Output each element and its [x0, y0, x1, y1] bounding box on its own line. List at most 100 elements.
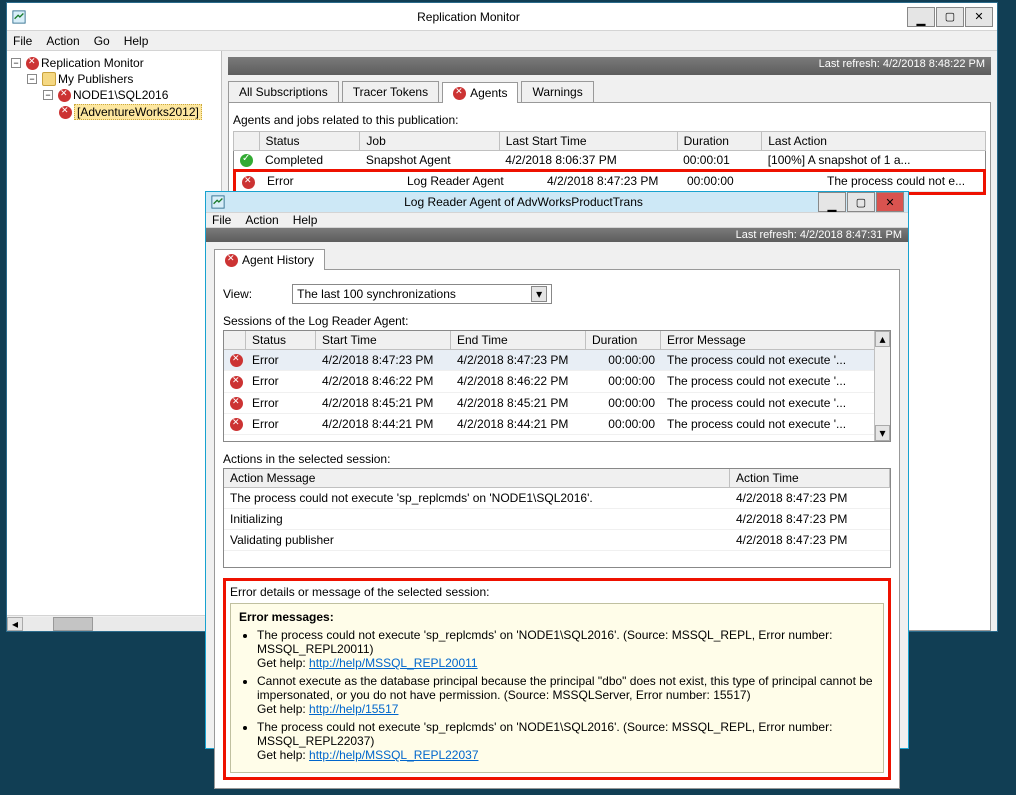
menu-file[interactable]: File: [13, 34, 32, 48]
minimize-button[interactable]: ▁: [818, 192, 846, 212]
cell-last-action: [100%] A snapshot of 1 a...: [762, 151, 986, 170]
folder-icon: [42, 72, 56, 86]
window-title: Replication Monitor: [31, 10, 906, 24]
grid-row[interactable]: The process could not execute 'sp_replcm…: [224, 488, 890, 509]
cell-status: Error: [261, 172, 401, 191]
close-button[interactable]: ✕: [876, 192, 904, 212]
titlebar[interactable]: Replication Monitor ▁ ▢ ✕: [7, 3, 997, 31]
expander-icon[interactable]: −: [11, 58, 21, 68]
cell: The process could not execute '...: [661, 415, 890, 433]
tree-label-selected: [AdventureWorks2012]: [74, 104, 202, 120]
maximize-button[interactable]: ▢: [847, 192, 875, 212]
cell: 00:00:00: [586, 372, 661, 390]
grid-row[interactable]: Error 4/2/2018 8:47:23 PM 4/2/2018 8:47:…: [224, 350, 890, 371]
actions-label: Actions in the selected session:: [223, 452, 891, 466]
col-start[interactable]: Start Time: [316, 331, 451, 349]
cell: 4/2/2018 8:47:23 PM: [730, 489, 890, 507]
minimize-button[interactable]: ▁: [907, 7, 935, 27]
chevron-down-icon[interactable]: ▾: [531, 286, 547, 302]
grid-row[interactable]: Validating publisher 4/2/2018 8:47:23 PM: [224, 530, 890, 551]
close-button[interactable]: ✕: [965, 7, 993, 27]
col-action-message[interactable]: Action Message: [224, 469, 730, 487]
menu-action[interactable]: Action: [245, 213, 278, 227]
cell: 00:00:00: [586, 415, 661, 433]
col-last-start[interactable]: Last Start Time: [499, 132, 677, 151]
cell: 4/2/2018 8:47:23 PM: [730, 531, 890, 549]
help-label: Get help:: [257, 748, 306, 762]
menu-file[interactable]: File: [212, 213, 231, 227]
log-reader-agent-window: Log Reader Agent of AdvWorksProductTrans…: [205, 191, 909, 749]
col-end[interactable]: End Time: [451, 331, 586, 349]
tab-all-subscriptions[interactable]: All Subscriptions: [228, 81, 339, 102]
col-status[interactable]: Status: [259, 132, 360, 151]
cell-duration: 00:00:01: [677, 151, 762, 170]
cell-job: Log Reader Agent: [401, 172, 541, 191]
table-row[interactable]: Completed Snapshot Agent 4/2/2018 8:06:3…: [234, 151, 986, 170]
cell: 4/2/2018 8:47:23 PM: [730, 510, 890, 528]
help-link[interactable]: http://help/MSSQL_REPL22037: [309, 748, 478, 762]
maximize-button[interactable]: ▢: [936, 7, 964, 27]
expander-icon[interactable]: −: [27, 74, 37, 84]
cell: Initializing: [224, 510, 730, 528]
scroll-up-icon[interactable]: ▴: [875, 331, 890, 347]
error-icon: [230, 418, 243, 431]
cell: The process could not execute '...: [661, 372, 890, 390]
ok-icon: [240, 154, 253, 167]
grid-row[interactable]: Error 4/2/2018 8:45:21 PM 4/2/2018 8:45:…: [224, 393, 890, 414]
col-job[interactable]: Job: [360, 132, 499, 151]
view-label: View:: [223, 287, 252, 301]
expander-icon[interactable]: −: [43, 90, 53, 100]
view-combo[interactable]: The last 100 synchronizations ▾: [292, 284, 552, 304]
grid-row[interactable]: Initializing 4/2/2018 8:47:23 PM: [224, 509, 890, 530]
error-icon: [59, 106, 72, 119]
tab-tracer-tokens[interactable]: Tracer Tokens: [342, 81, 439, 102]
help-label: Get help:: [257, 656, 306, 670]
error-text: The process could not execute 'sp_replcm…: [257, 720, 832, 748]
scroll-down-icon[interactable]: ▾: [875, 425, 890, 441]
tab-warnings[interactable]: Warnings: [521, 81, 593, 102]
col-action-time[interactable]: Action Time: [730, 469, 890, 487]
error-item: Cannot execute as the database principal…: [257, 674, 875, 716]
col-last-action[interactable]: Last Action: [762, 132, 986, 151]
grid-row[interactable]: Error 4/2/2018 8:44:21 PM 4/2/2018 8:44:…: [224, 414, 890, 435]
error-icon: [230, 354, 243, 367]
tree-publishers[interactable]: − My Publishers: [11, 71, 217, 87]
tab-agent-history[interactable]: Agent History: [214, 249, 325, 270]
col-status[interactable]: Status: [246, 331, 316, 349]
menu-help[interactable]: Help: [293, 213, 318, 227]
scroll-track[interactable]: [23, 617, 205, 631]
help-link[interactable]: http://help/15517: [309, 702, 398, 716]
menu-go[interactable]: Go: [94, 34, 110, 48]
menu-help[interactable]: Help: [124, 34, 149, 48]
menu-action[interactable]: Action: [46, 34, 79, 48]
last-refresh-bar: Last refresh: 4/2/2018 8:48:22 PM: [228, 57, 991, 75]
sessions-label: Sessions of the Log Reader Agent:: [223, 314, 891, 328]
menubar: File Action Help: [206, 213, 908, 228]
col-error[interactable]: Error Message: [661, 331, 890, 349]
scroll-left-icon[interactable]: ◂: [7, 617, 23, 631]
combo-value: The last 100 synchronizations: [297, 287, 456, 301]
app-icon: [210, 194, 226, 210]
table-row[interactable]: Error Log Reader Agent 4/2/2018 8:47:23 …: [236, 172, 983, 191]
tab-agents[interactable]: Agents: [442, 82, 518, 103]
error-details-label: Error details or message of the selected…: [230, 585, 884, 599]
titlebar[interactable]: Log Reader Agent of AdvWorksProductTrans…: [206, 192, 908, 213]
horizontal-scrollbar[interactable]: ◂ ▸: [7, 615, 221, 631]
error-icon: [230, 376, 243, 389]
tab-area: Agent History View: The last 100 synchro…: [206, 242, 908, 795]
cell-status: Completed: [259, 151, 360, 170]
col-duration[interactable]: Duration: [677, 132, 762, 151]
tree-label: NODE1\SQL2016: [73, 88, 168, 102]
scroll-thumb[interactable]: [53, 617, 93, 631]
help-link[interactable]: http://help/MSSQL_REPL20011: [309, 656, 478, 670]
col-duration[interactable]: Duration: [586, 331, 661, 349]
tree-server-node[interactable]: − NODE1\SQL2016: [11, 87, 217, 103]
grid-row[interactable]: Error 4/2/2018 8:46:22 PM 4/2/2018 8:46:…: [224, 371, 890, 392]
error-text: Cannot execute as the database principal…: [257, 674, 873, 702]
window-title: Log Reader Agent of AdvWorksProductTrans: [230, 195, 817, 209]
tree-db-node[interactable]: [AdventureWorks2012]: [11, 103, 217, 121]
error-icon: [242, 176, 255, 189]
vertical-scrollbar[interactable]: ▴ ▾: [874, 331, 890, 441]
tree-root[interactable]: − Replication Monitor: [11, 55, 217, 71]
app-icon: [11, 9, 27, 25]
